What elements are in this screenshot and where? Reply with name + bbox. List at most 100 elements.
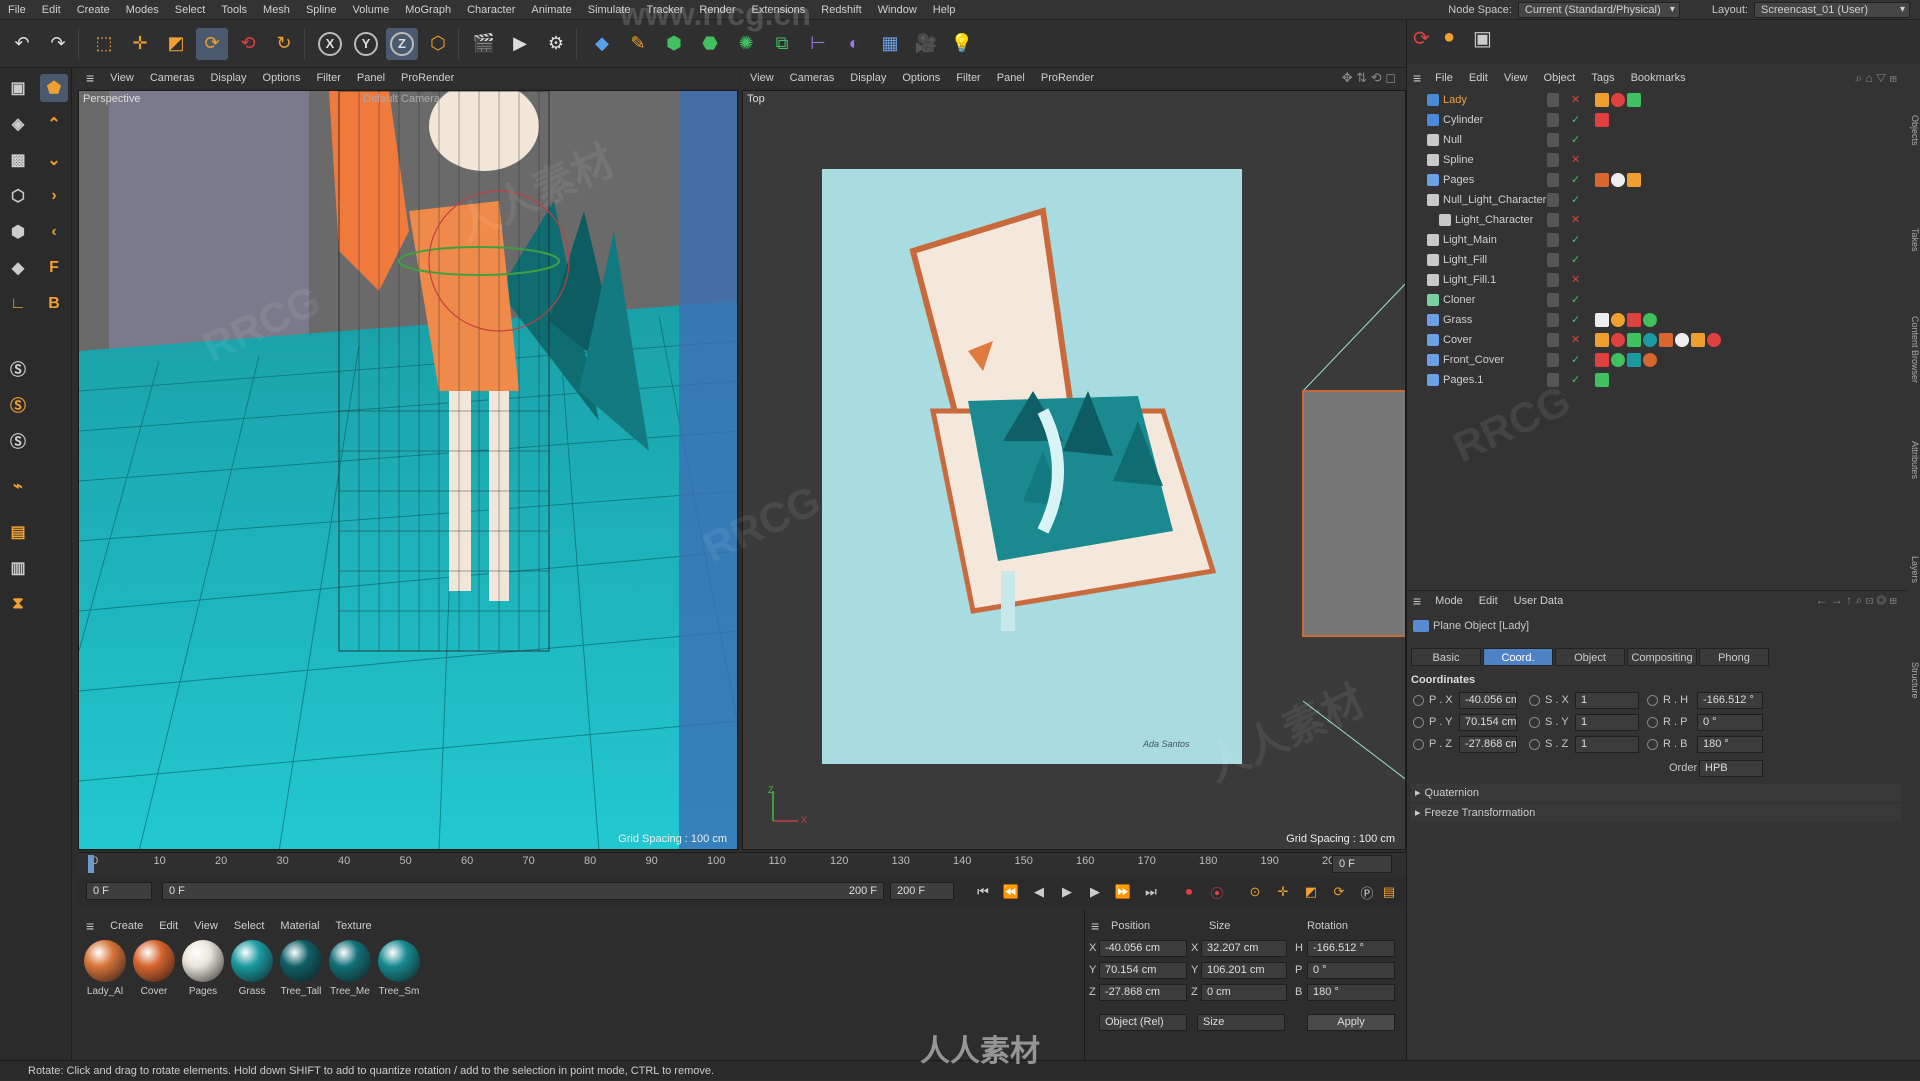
object-tag-icon[interactable] xyxy=(1595,353,1609,367)
material-menu-texture[interactable]: Texture xyxy=(328,920,380,932)
search-icon[interactable]: ⌕ ⌂ ▽ ⊞ xyxy=(1855,71,1897,86)
viewport-nav-icons[interactable]: ✥ ⇅ ⟲ ◻ xyxy=(1342,70,1396,86)
render-region-icon[interactable]: 🎬 xyxy=(468,28,500,60)
material-menu-select[interactable]: Select xyxy=(226,920,273,932)
object-tag-icon[interactable] xyxy=(1627,353,1641,367)
object-row[interactable]: Light_Fill ✓ xyxy=(1415,250,1901,270)
object-row[interactable]: Front_Cover ✓ xyxy=(1415,350,1901,370)
menu-redshift[interactable]: Redshift xyxy=(813,0,869,20)
material-swatch[interactable]: Lady_Al xyxy=(82,940,128,997)
object-row[interactable]: Null ✓ xyxy=(1415,130,1901,150)
object-mode-icon[interactable]: ◈ xyxy=(4,110,32,138)
material-swatch[interactable]: Tree_Tall xyxy=(278,940,324,997)
menu-extensions[interactable]: Extensions xyxy=(743,0,813,20)
visibility-flags[interactable] xyxy=(1547,153,1559,167)
radio-button[interactable] xyxy=(1529,695,1540,706)
menu-simulate[interactable]: Simulate xyxy=(580,0,639,20)
visibility-flags[interactable] xyxy=(1547,373,1559,387)
go-to-start-icon[interactable]: ⏮ xyxy=(972,881,994,903)
arrow-right-icon[interactable]: › xyxy=(40,182,68,210)
hamburger-icon[interactable]: ≡ xyxy=(1091,918,1099,934)
tab-coord[interactable]: Coord. xyxy=(1483,648,1553,666)
radio-button[interactable] xyxy=(1529,717,1540,728)
object-tag-icon[interactable] xyxy=(1595,333,1609,347)
size-mode-dropdown[interactable]: Size xyxy=(1197,1014,1285,1031)
coord-position-field[interactable]: -27.868 cm xyxy=(1099,984,1187,1001)
side-tab-takes[interactable]: Takes xyxy=(1904,190,1920,290)
snap-icon-3[interactable]: Ⓢ xyxy=(4,426,32,454)
menu-animate[interactable]: Animate xyxy=(523,0,579,20)
viewport-menu-filter[interactable]: Filter xyxy=(948,72,988,84)
menu-spline[interactable]: Spline xyxy=(298,0,345,20)
node-space-dropdown[interactable]: Current (Standard/Physical) xyxy=(1517,2,1680,18)
object-tag-icon[interactable] xyxy=(1611,353,1625,367)
object-tag-icon[interactable] xyxy=(1643,333,1657,347)
polygons-mode-icon[interactable]: ◆ xyxy=(4,254,32,282)
redo-icon[interactable]: ↷ xyxy=(42,28,74,60)
material-preview-icon[interactable]: ● xyxy=(1443,26,1455,49)
next-frame-icon[interactable]: ▶ xyxy=(1084,881,1106,903)
om-menu-object[interactable]: Object xyxy=(1536,72,1584,84)
snap-icon-2[interactable]: Ⓢ xyxy=(4,390,32,418)
menu-render[interactable]: Render xyxy=(691,0,743,20)
radio-button[interactable] xyxy=(1647,739,1658,750)
extrude-icon[interactable]: ⬣ xyxy=(694,28,726,60)
coord-size-field[interactable]: 106.201 cm xyxy=(1201,962,1287,979)
object-row[interactable]: Cylinder ✓ xyxy=(1415,110,1901,130)
light-icon[interactable]: 💡 xyxy=(946,28,978,60)
arrow-down-icon[interactable]: ⌄ xyxy=(40,146,68,174)
object-tag-icon[interactable] xyxy=(1691,333,1705,347)
x-axis-icon[interactable]: X xyxy=(314,28,346,60)
enabled-check-icon[interactable]: ✓ xyxy=(1571,350,1580,370)
layout-dropdown[interactable]: Screencast_01 (User) xyxy=(1754,2,1910,18)
menu-file[interactable]: File xyxy=(0,0,34,20)
material-swatch[interactable]: Pages xyxy=(180,940,226,997)
coord-rotation-field[interactable]: -166.512 ° xyxy=(1307,940,1395,957)
position-field[interactable]: -40.056 cm xyxy=(1459,692,1517,709)
menu-tracker[interactable]: Tracker xyxy=(639,0,692,20)
object-tag-icon[interactable] xyxy=(1627,173,1641,187)
playhead[interactable] xyxy=(88,855,94,873)
recent-tool-icon[interactable]: ↻ xyxy=(268,28,300,60)
object-row[interactable]: Lady ✕ xyxy=(1415,90,1901,110)
object-row[interactable]: Grass ✓ xyxy=(1415,310,1901,330)
object-row[interactable]: Cloner ✓ xyxy=(1415,290,1901,310)
object-tag-icon[interactable] xyxy=(1595,313,1609,327)
radio-button[interactable] xyxy=(1413,739,1424,750)
viewport-menu-options[interactable]: Options xyxy=(255,72,309,84)
z-axis-icon[interactable]: Z xyxy=(386,27,418,60)
undo-icon[interactable]: ↶ xyxy=(6,28,38,60)
enabled-check-icon[interactable]: ✓ xyxy=(1571,170,1580,190)
timeline-ruler[interactable]: 0 10 20 30 40 50 60 70 80 90 100 110 120 130 140 150 160… xyxy=(78,852,1406,874)
position-field[interactable]: -27.868 cm xyxy=(1459,736,1517,753)
viewport-menu-options[interactable]: Options xyxy=(894,72,948,84)
visibility-flags[interactable] xyxy=(1547,313,1559,327)
material-swatch[interactable]: Tree_Sm xyxy=(376,940,422,997)
enabled-check-icon[interactable]: ✕ xyxy=(1571,210,1580,230)
material-swatch[interactable]: Grass xyxy=(229,940,275,997)
timeline-icon[interactable]: ▤ xyxy=(1378,881,1400,903)
current-frame-field[interactable]: 0 F xyxy=(1332,855,1392,873)
snap-icon-1[interactable]: Ⓢ xyxy=(4,354,32,382)
om-menu-edit[interactable]: Edit xyxy=(1461,72,1496,84)
object-tag-icon[interactable] xyxy=(1611,173,1625,187)
object-tag-icon[interactable] xyxy=(1675,333,1689,347)
scale-field[interactable]: 1 xyxy=(1575,714,1639,731)
enabled-check-icon[interactable]: ✕ xyxy=(1571,90,1580,110)
tab-basic[interactable]: Basic xyxy=(1411,648,1481,666)
menu-volume[interactable]: Volume xyxy=(345,0,398,20)
axis-mode-icon[interactable]: ∟ xyxy=(4,290,32,318)
viewport-menu-cameras[interactable]: Cameras xyxy=(782,72,843,84)
object-tag-icon[interactable] xyxy=(1611,313,1625,327)
collapsible-quaternion[interactable]: ▸ Quaternion xyxy=(1411,784,1901,802)
object-tag-icon[interactable] xyxy=(1611,93,1625,107)
object-tag-icon[interactable] xyxy=(1627,333,1641,347)
record-icon[interactable]: ⏺ xyxy=(1178,881,1200,903)
coord-size-field[interactable]: 0 cm xyxy=(1201,984,1287,1001)
collapsible-freeze-transformation[interactable]: ▸ Freeze Transformation xyxy=(1411,804,1901,822)
visibility-flags[interactable] xyxy=(1547,213,1559,227)
make-editable-icon[interactable]: ▣ xyxy=(4,74,32,102)
visibility-flags[interactable] xyxy=(1547,273,1559,287)
symmetry-icon[interactable]: ⧗ xyxy=(4,590,32,618)
scale-field[interactable]: 1 xyxy=(1575,736,1639,753)
